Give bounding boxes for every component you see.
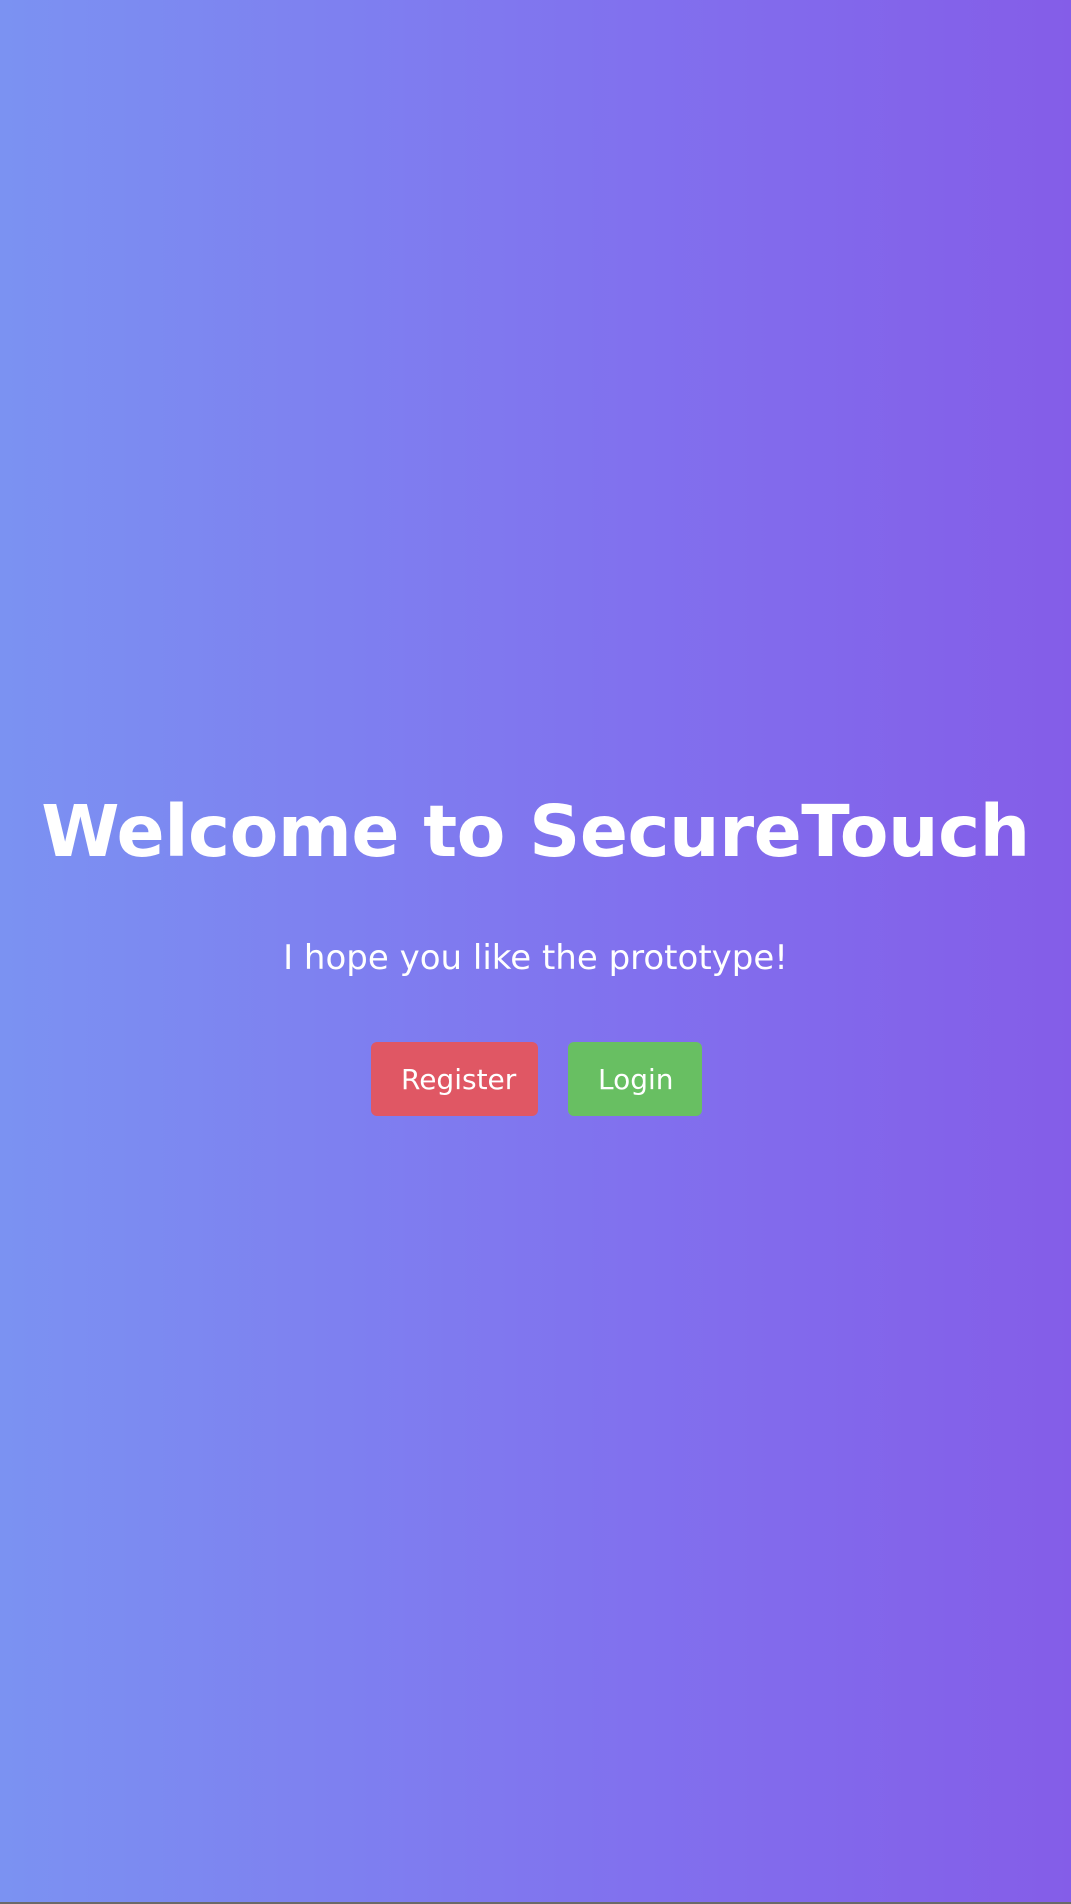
page-title: Welcome to SecureTouch bbox=[41, 790, 1030, 873]
hero-section: Welcome to SecureTouch I hope you like t… bbox=[0, 790, 1071, 1116]
register-button[interactable]: Register bbox=[371, 1042, 538, 1116]
login-button[interactable]: Login bbox=[568, 1042, 702, 1116]
welcome-page: Welcome to SecureTouch I hope you like t… bbox=[0, 0, 1071, 1904]
page-subtitle: I hope you like the prototype! bbox=[283, 938, 788, 978]
action-buttons: Register Login bbox=[0, 1042, 1071, 1116]
